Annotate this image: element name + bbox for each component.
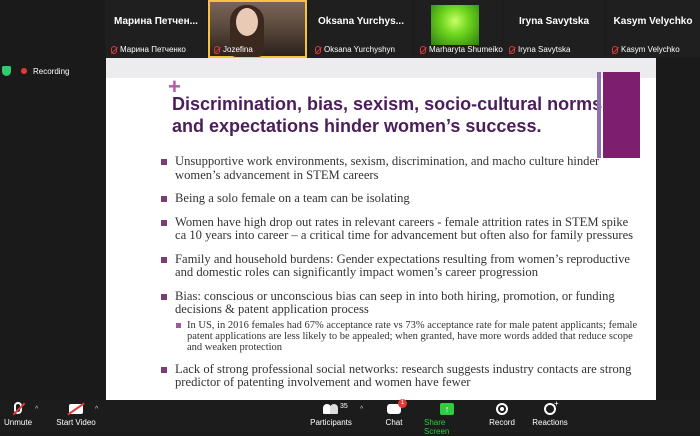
participant-tile[interactable]: Kasym Velychko Kasym Velychko — [606, 0, 700, 58]
slide-accent-bar-thin — [597, 72, 601, 158]
participant-name: Iryna Savytska — [518, 45, 571, 54]
chat-button[interactable]: 1 Chat — [384, 399, 407, 427]
muted-mic-icon — [420, 45, 426, 54]
unmute-button[interactable]: Unmute — [4, 402, 32, 427]
slide-bullet: Unsupportive work environments, sexism, … — [161, 154, 641, 182]
recording-label: Recording — [33, 66, 70, 76]
muted-mic-icon — [315, 45, 321, 54]
participant-name: Oksana Yurchyshyn — [324, 45, 396, 54]
security-shield-icon — [2, 66, 11, 76]
reactions-smiley-icon — [544, 399, 559, 415]
reactions-label: Reactions — [532, 418, 568, 427]
participant-label-row: Марина Петченко — [111, 45, 186, 54]
participant-label-row: Iryna Savytska — [509, 45, 570, 54]
participant-tile[interactable]: Iryna Savytska Iryna Savytska — [503, 0, 605, 58]
participants-count: 35 — [340, 403, 348, 410]
muted-mic-icon — [612, 45, 618, 54]
participant-name: Kasym Velychko — [621, 45, 680, 54]
unmute-label: Unmute — [4, 418, 33, 427]
participant-display-name: Kasym Velychko — [613, 16, 693, 27]
participant-display-name: Oksana Yurchys... — [318, 16, 404, 27]
participant-tile[interactable]: Marharyta Shumeiko — [414, 0, 503, 58]
slide-bullet-list: Unsupportive work environments, sexism, … — [161, 154, 641, 400]
participant-label-row: Marharyta Shumeiko — [420, 45, 503, 54]
slide-sub-bullet: In US, in 2016 females had 67% acceptanc… — [175, 320, 641, 353]
participants-options-chevron-icon[interactable]: ^ — [360, 406, 363, 413]
participant-tile[interactable]: Марина Петчен... Марина Петченко — [105, 0, 207, 58]
participant-name: Jozefina — [223, 45, 253, 54]
record-icon — [496, 403, 508, 415]
participants-button[interactable]: 35 Participants — [310, 402, 352, 427]
share-screen-icon: ↑ — [440, 403, 454, 415]
muted-mic-icon — [509, 45, 515, 54]
participant-tile[interactable]: Oksana Yurchys... Oksana Yurchyshyn — [309, 0, 413, 58]
video-off-icon — [69, 404, 83, 414]
participant-label-row: Kasym Velychko — [612, 45, 680, 54]
slide-bullet: Women have high drop out rates in releva… — [161, 215, 641, 243]
slide-title: Discrimination, bias, sexism, socio-cult… — [172, 94, 603, 136]
meeting-toolbar: Unmute ^ Start Video ^ 35 Participants ^… — [0, 399, 700, 436]
start-video-button[interactable]: Start Video — [56, 402, 96, 427]
muted-microphone-icon — [14, 402, 22, 414]
participant-tile-active-speaker[interactable]: Jozefina — [208, 0, 307, 58]
chat-label: Chat — [385, 418, 403, 427]
participant-name: Марина Петченко — [120, 45, 186, 54]
shared-screen-slide: + Discrimination, bias, sexism, socio-cu… — [106, 58, 656, 400]
chat-icon: 1 — [387, 399, 407, 414]
participants-label: Participants — [310, 418, 352, 427]
participant-display-name: Марина Петчен... — [114, 16, 198, 27]
record-label: Record — [489, 418, 515, 427]
participant-strip: Марина Петчен... Марина Петченко Jozefin… — [0, 0, 700, 58]
slide-bullet: Lack of strong professional social netwo… — [161, 362, 641, 390]
share-screen-label: Share Screen — [424, 418, 450, 436]
record-button[interactable]: Record — [489, 402, 515, 427]
slide-bullet-text: Bias: conscious or unconscious bias can … — [175, 288, 615, 316]
muted-mic-icon — [111, 45, 117, 54]
slide-bullet: Being a solo female on a team can be iso… — [161, 191, 641, 206]
participant-display-name: Iryna Savytska — [518, 16, 590, 27]
muted-mic-icon — [214, 45, 220, 54]
reactions-button[interactable]: Reactions — [532, 399, 568, 427]
recording-indicator[interactable]: Recording — [0, 64, 69, 78]
participant-name: Marharyta Shumeiko — [429, 45, 503, 54]
chat-unread-badge: 1 — [398, 399, 407, 408]
audio-options-chevron-icon[interactable]: ^ — [35, 406, 38, 413]
slide-bullet-with-sub: Bias: conscious or unconscious bias can … — [161, 288, 641, 353]
video-options-chevron-icon[interactable]: ^ — [95, 406, 98, 413]
participant-label-row: Jozefina — [214, 45, 253, 54]
slide-bullet: Family and household burdens: Gender exp… — [161, 252, 641, 280]
participants-icon: 35 — [323, 403, 348, 414]
participant-label-row: Oksana Yurchyshyn — [315, 45, 395, 54]
slide-accent-bar-wide — [603, 72, 640, 158]
video-person-face — [236, 8, 258, 36]
share-screen-button[interactable]: ↑ Share Screen — [424, 402, 470, 436]
recording-dot-icon — [21, 68, 27, 74]
participant-avatar-image — [431, 5, 479, 45]
start-video-label: Start Video — [56, 418, 96, 427]
